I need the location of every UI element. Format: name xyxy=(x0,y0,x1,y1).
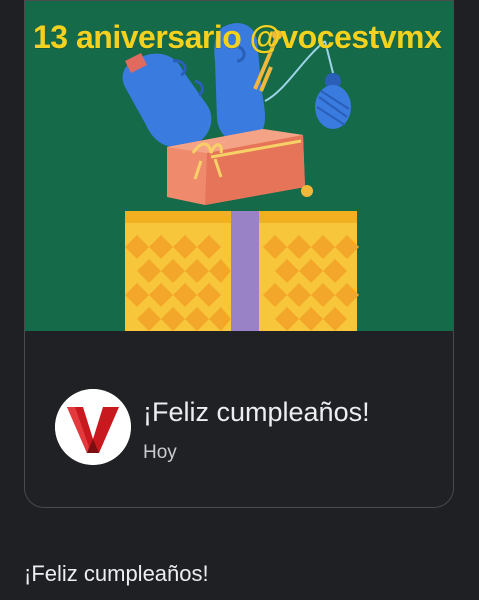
avatar xyxy=(55,389,131,465)
voces-tv-logo-icon xyxy=(55,389,131,465)
birthday-banner: 13 aniversario @vocestvmx xyxy=(25,1,453,331)
banner-text: 13 aniversario @vocestvmx xyxy=(33,19,442,55)
birthday-card[interactable]: 13 aniversario @vocestvmx ¡Feliz cumplea… xyxy=(24,0,454,508)
screen: 13 aniversario @vocestvmx ¡Feliz cumplea… xyxy=(0,0,479,600)
notification-date: Hoy xyxy=(143,442,177,463)
card-footer: ¡Feliz cumpleaños! Hoy xyxy=(25,331,453,507)
message-caption: ¡Feliz cumpleaños! xyxy=(24,561,209,586)
notification-title: ¡Feliz cumpleaños! xyxy=(143,397,370,427)
